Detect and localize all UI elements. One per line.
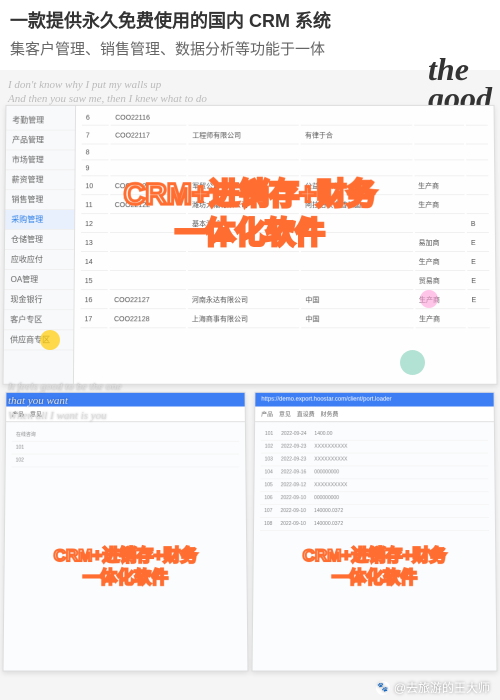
table-row[interactable]: 17COO22128上海商事有限公司中国生产商: [80, 311, 490, 328]
list-panel: 在线咨询 101 102: [4, 422, 248, 670]
sidebar-item-sales[interactable]: 销售管理: [5, 190, 74, 210]
table-row[interactable]: 7COO22117工程师有限公司有律于合: [82, 128, 488, 145]
list-row[interactable]: 1022022-09-23XXXXXXXXXX: [261, 441, 488, 454]
page-header: 一款提供永久免费使用的国内 CRM 系统 集客户管理、销售管理、数据分析等功能于…: [0, 0, 500, 70]
list-row[interactable]: 1012022-09-241400.00: [261, 428, 488, 441]
list-row[interactable]: 1082022-09-10140000.0372: [260, 518, 489, 531]
toolbar: 产品 意见 直设费 财务费: [255, 407, 494, 423]
page-title: 一款提供永久免费使用的国内 CRM 系统: [10, 8, 490, 35]
paw-icon: 🐾: [376, 681, 390, 695]
list-row[interactable]: 1042022-09-16000000000: [261, 466, 489, 479]
list-row[interactable]: 101: [12, 442, 239, 455]
tab[interactable]: 产品: [261, 409, 273, 418]
table-row[interactable]: 11COO22122潍坊大幅有限公司阿拉伯联合酋长国生产商: [81, 197, 488, 214]
watermark-text: @去旅游的王大师: [394, 679, 490, 696]
table-row[interactable]: 9: [81, 162, 488, 176]
list-panel: 1012022-09-241400.00 1022022-09-23XXXXXX…: [253, 422, 497, 670]
tab[interactable]: 财务费: [321, 409, 339, 418]
sidebar-item-attendance[interactable]: 考勤管理: [6, 111, 75, 131]
list-row[interactable]: 1072022-09-10140000.0372: [260, 505, 489, 518]
sidebar-item-product[interactable]: 产品管理: [6, 131, 75, 151]
sidebar-item-warehouse[interactable]: 仓储管理: [5, 230, 74, 250]
tab[interactable]: 直设费: [297, 409, 315, 418]
table-row[interactable]: 6COO22116: [82, 112, 488, 126]
table-row[interactable]: 14生产商E: [81, 254, 489, 271]
sidebar-item-purchase[interactable]: 采购管理: [5, 210, 74, 230]
watermark: 🐾 @去旅游的王大师: [376, 679, 490, 696]
sidebar-item-customer[interactable]: 客户专区: [4, 310, 73, 330]
main-panel: 6COO22116 7COO22117工程师有限公司有律于合 8 9 10COO…: [74, 106, 497, 384]
list-row[interactable]: 1052022-09-12XXXXXXXXXX: [260, 479, 488, 492]
screenshot-right: https://demo.export.hoostar.com/client/p…: [251, 392, 497, 672]
list-row[interactable]: 102: [12, 455, 240, 468]
sidebar-item-supplier[interactable]: 供应商专区: [4, 330, 73, 350]
sidebar-item-cash[interactable]: 现金银行: [4, 290, 73, 310]
table-row[interactable]: 10COO22121军贸公司有限公司公益事项代理生产商: [81, 178, 488, 195]
table-row[interactable]: 15贸易商E: [81, 273, 490, 290]
screenshot-left: 产品 意见 在线咨询 101 102 CRM+进销存+财务 一体化软件: [2, 392, 248, 672]
decorative-script-bottom: It feels good to be the one that you wan…: [8, 380, 122, 423]
sidebar-item-receivable[interactable]: 应收应付: [5, 250, 74, 270]
sidebar-item-oa[interactable]: OA管理: [5, 270, 74, 290]
sticker-icon: [400, 350, 425, 375]
page-subtitle: 集客户管理、销售管理、数据分析等功能于一体: [10, 39, 490, 62]
sidebar-item-salary[interactable]: 薪资管理: [6, 170, 75, 190]
screenshot-main: 考勤管理 产品管理 市场管理 薪资管理 销售管理 采购管理 仓储管理 应收应付 …: [2, 105, 497, 385]
table-row[interactable]: 8: [82, 146, 489, 160]
table-row[interactable]: 12基本测试B: [81, 216, 489, 233]
tab[interactable]: 意见: [279, 409, 291, 418]
sticker-icon: [420, 290, 438, 308]
sticker-icon: [40, 330, 60, 350]
list-row[interactable]: 1062022-09-10000000000: [260, 492, 489, 505]
table-row[interactable]: 13易加商E: [81, 235, 489, 252]
sidebar-item-market[interactable]: 市场管理: [6, 150, 75, 170]
list-row[interactable]: 1032022-09-23XXXXXXXXXX: [261, 454, 489, 467]
list-row[interactable]: 在线咨询: [12, 428, 239, 442]
url-bar[interactable]: https://demo.export.hoostar.com/client/p…: [255, 393, 493, 407]
